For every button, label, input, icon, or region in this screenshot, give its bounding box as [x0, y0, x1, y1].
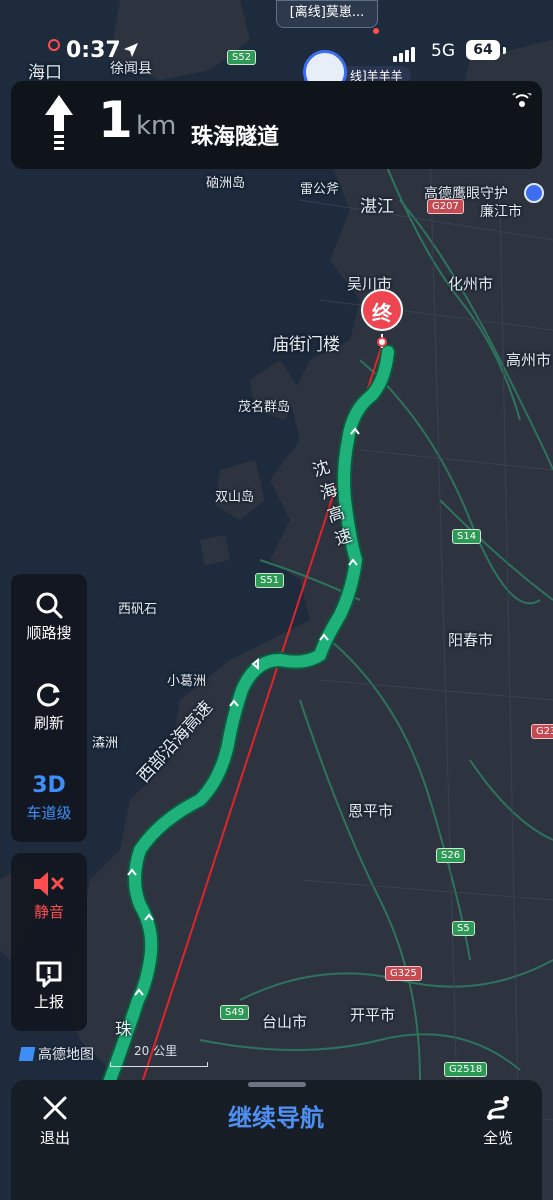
signal-icon: [393, 43, 417, 62]
map-label-gaozhou: 高州市: [506, 351, 552, 369]
road-shield-s51: S51: [255, 573, 285, 588]
map-label-lianjiang: 廉江市: [480, 204, 522, 220]
road-shield-s14: S14: [452, 529, 482, 544]
search-icon: [11, 588, 87, 622]
map-scale-bar: [110, 1062, 208, 1067]
map-label-taishan: 台山市: [262, 1013, 308, 1031]
map-label-xiqiaoshi: 西矾石: [118, 602, 158, 617]
threed-label: 3D: [32, 772, 66, 798]
refresh-button[interactable]: 刷新: [11, 678, 87, 733]
straight-arrow-icon: [43, 93, 75, 157]
status-bar: 0:37 5G 64: [0, 36, 553, 66]
battery-icon: [503, 47, 506, 54]
status-time: 0:37: [66, 38, 121, 63]
exit-button[interactable]: 退出: [22, 1093, 88, 1148]
distance-value: 1: [98, 91, 133, 149]
continue-navigation-button[interactable]: 继续导航: [186, 1098, 366, 1133]
destination-marker[interactable]: 终: [360, 288, 404, 350]
mute-button[interactable]: 静音: [11, 867, 87, 922]
overview-button[interactable]: 全览: [465, 1093, 531, 1148]
map-label-zhu: 珠: [115, 1020, 132, 1040]
drag-handle[interactable]: [248, 1082, 306, 1087]
refresh-label: 刷新: [33, 714, 64, 732]
report-label: 上报: [33, 993, 64, 1011]
map-label-miaojie: 庙街门楼: [272, 335, 340, 355]
search-along-route-label: 顺路搜: [26, 624, 72, 642]
map-label-enping: 恩平市: [348, 802, 394, 820]
road-shield-g207: G207: [427, 199, 464, 214]
road-shield-g325: G325: [385, 966, 422, 981]
gps-signal-icon[interactable]: [511, 89, 533, 119]
exit-label: 退出: [39, 1129, 70, 1147]
map-label-naozhou: 硇洲岛: [206, 176, 246, 191]
road-shield-g23: G23: [531, 724, 553, 739]
map-label-huazhou: 化州市: [448, 275, 494, 293]
next-road-name: 珠海隧道: [191, 125, 280, 150]
lane-level-label: 车道级: [26, 804, 72, 822]
road-shield-s26: S26: [436, 848, 466, 863]
map-brand-label: 高德地图: [38, 1047, 94, 1063]
speaker-muted-icon: [11, 867, 87, 901]
overview-label: 全览: [482, 1129, 513, 1147]
gaode-logo-icon: [18, 1047, 36, 1061]
mute-label: 静音: [33, 903, 64, 921]
report-button[interactable]: 上报: [11, 957, 87, 1012]
map-label-xiaogezhou: 小葛洲: [167, 674, 207, 689]
map-label-yangchun: 阳春市: [448, 631, 494, 649]
team-member-location-dot: [373, 28, 379, 34]
close-icon: [22, 1093, 88, 1127]
map-label-kaiping: 开平市: [350, 1006, 396, 1024]
map-scale: 20 公里: [110, 1042, 208, 1067]
lane-level-3d-button[interactable]: 3D 车道级: [11, 768, 87, 823]
road-shield-s49: S49: [220, 1005, 250, 1020]
destination-marker-label: 终: [372, 301, 392, 325]
map-label-chanzhou: 潹洲: [92, 736, 119, 751]
audio-report-panel: 静音 上报: [11, 853, 87, 1031]
map-label-maoming-islands: 茂名群岛: [238, 400, 291, 415]
road-shield-s5: S5: [452, 921, 475, 936]
distance-unit: km: [136, 111, 177, 141]
recording-dot-icon: [48, 39, 60, 51]
refresh-icon: [11, 678, 87, 712]
map-scale-label: 20 公里: [134, 1044, 178, 1058]
map-controls-panel: 顺路搜 刷新 3D 车道级: [11, 574, 87, 842]
navigation-banner[interactable]: 1 km 珠海隧道: [11, 81, 542, 169]
search-along-route-button[interactable]: 顺路搜: [11, 588, 87, 643]
map-label-zhanjiang: 湛江: [360, 197, 394, 217]
map-label-leigong: 雷公斧: [300, 182, 340, 197]
shield-icon: [524, 183, 544, 203]
team-member-pill[interactable]: [离线]莫崽...: [276, 0, 378, 28]
report-icon: [11, 957, 87, 991]
map-brand: 高德地图: [18, 1044, 94, 1064]
network-type: 5G: [431, 41, 455, 61]
location-arrow-icon: [122, 41, 140, 63]
map-label-shuangshan: 双山岛: [215, 490, 255, 505]
battery-level: 64: [466, 40, 500, 60]
route-overview-icon: [465, 1093, 531, 1127]
road-shield-g2518: G2518: [444, 1062, 488, 1077]
